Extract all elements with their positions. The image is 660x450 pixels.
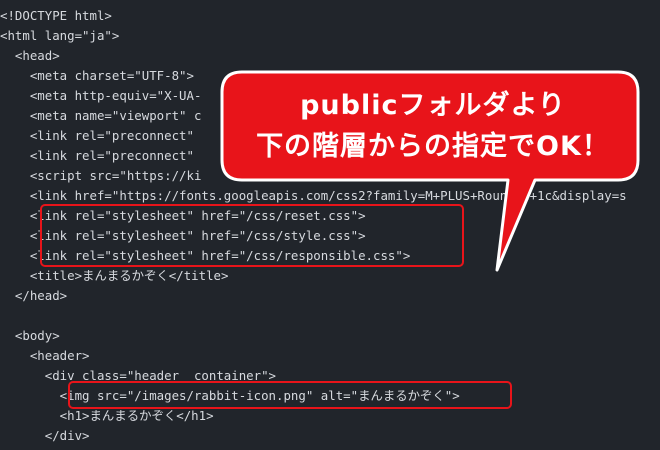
code-line: <!DOCTYPE html> (0, 8, 112, 23)
code-line: <script src="https://ki s" (0, 168, 605, 183)
code-line: <meta name="viewport" c (0, 108, 202, 123)
code-line: <meta http-equiv="X-UA- (0, 88, 202, 103)
code-line: <header> (0, 348, 90, 363)
code-editor[interactable]: <!DOCTYPE html> <html lang="ja"> <head> … (0, 0, 660, 450)
callout-line-2: 下の階層からの指定でOK！ (256, 131, 610, 162)
code-line: <link href="https://fonts.googleapis.com… (0, 188, 627, 203)
stylesheet-links-highlight (40, 204, 464, 267)
code-line: <link rel="preconnect" (0, 128, 194, 143)
code-line: </div> (0, 428, 90, 443)
code-line: <meta charset="UTF-8"> (0, 68, 194, 83)
callout-line-1: publicフォルダより (300, 90, 566, 121)
code-line: <title>まんまるかぞく</title> (0, 268, 229, 283)
code-line: <html lang="ja"> (0, 28, 120, 43)
code-line: </head> (0, 288, 68, 303)
code-line: <head> (0, 48, 60, 63)
code-line: <h1>まんまるかぞく</h1> (0, 408, 214, 423)
code-line: <link rel="preconnect" (0, 148, 194, 163)
img-tag-highlight (68, 381, 512, 409)
code-line: <body> (0, 328, 60, 343)
